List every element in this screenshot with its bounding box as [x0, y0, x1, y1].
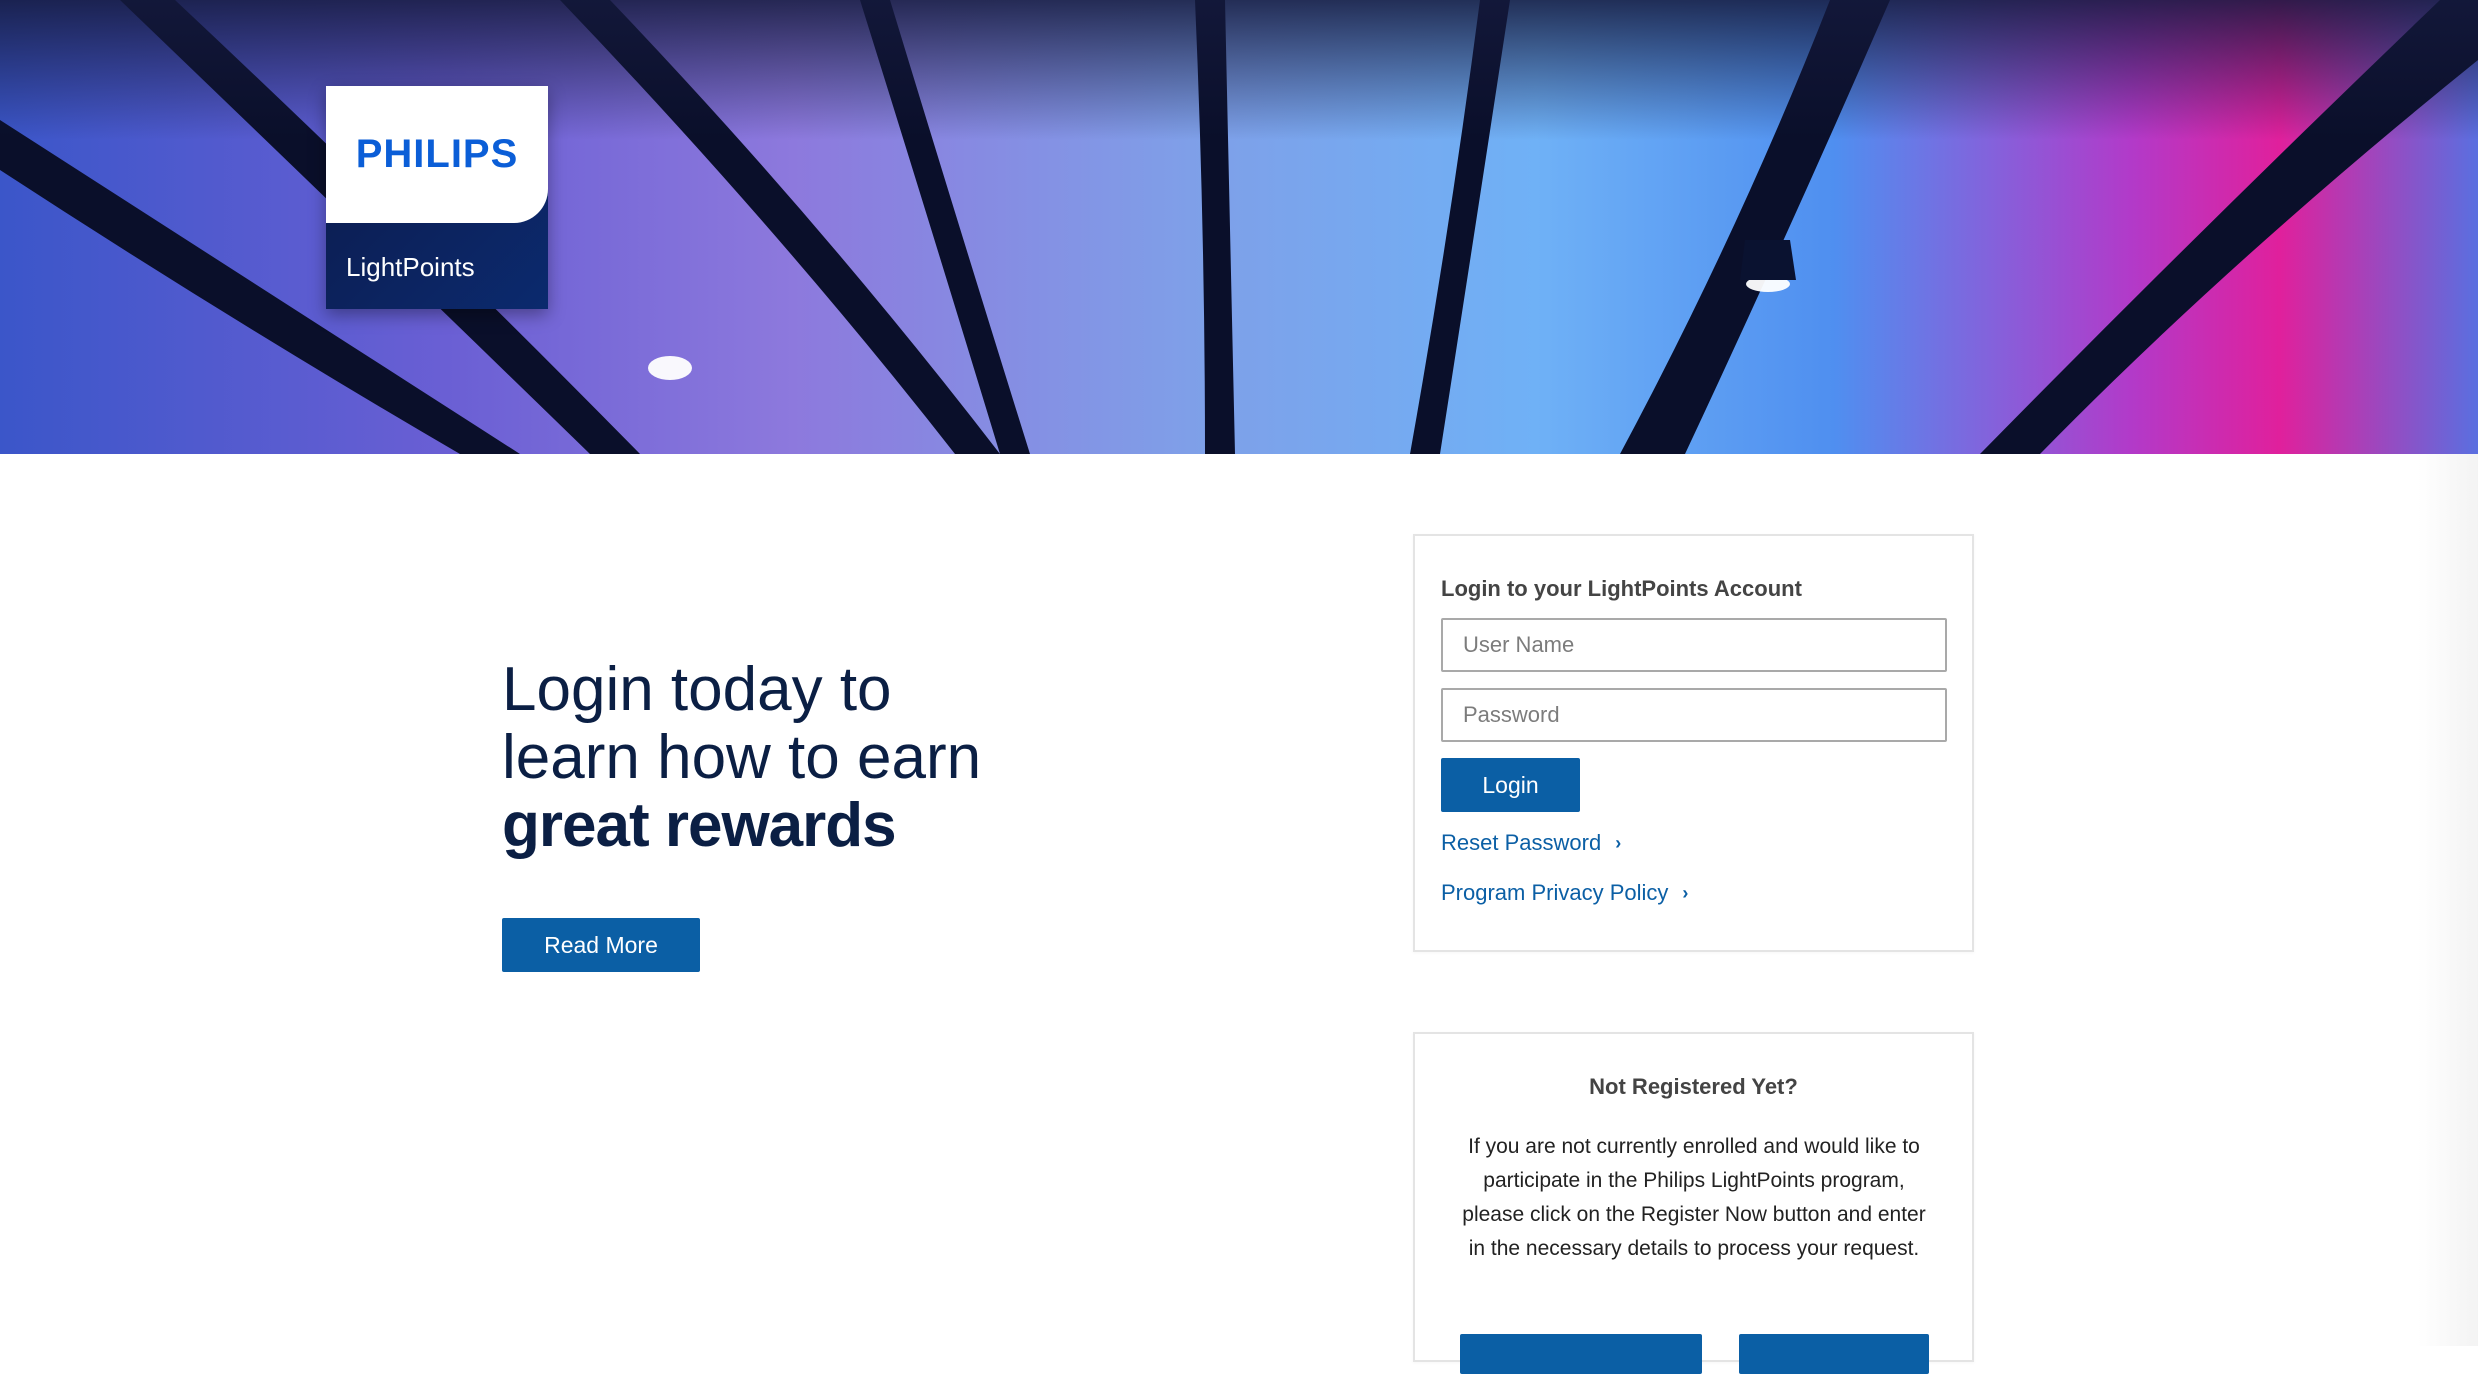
page-edge-shadow	[2418, 454, 2478, 1346]
register-description: If you are not currently enrolled and wo…	[1462, 1135, 1926, 1260]
login-button[interactable]: Login	[1441, 758, 1580, 812]
philips-lightpoints-logo[interactable]: PHILIPS LightPoints	[326, 86, 548, 309]
privacy-policy-link[interactable]: Program Privacy Policy ›	[1441, 880, 1688, 906]
brand-name: PHILIPS	[355, 132, 519, 176]
username-input[interactable]	[1441, 618, 1947, 672]
hero-banner: PHILIPS LightPoints	[0, 0, 2478, 454]
reset-password-link[interactable]: Reset Password ›	[1441, 830, 1621, 856]
chevron-right-icon: ›	[1682, 882, 1689, 903]
program-name: LightPoints	[346, 252, 475, 282]
headline-line-1: Login today to	[502, 655, 892, 724]
register-card-title: Not Registered Yet?	[1589, 1074, 1798, 1099]
headline-line-2: learn how to earn	[502, 723, 982, 792]
reset-password-label: Reset Password	[1441, 830, 1602, 855]
secondary-register-button[interactable]	[1739, 1334, 1929, 1374]
login-card-title: Login to your LightPoints Account	[1441, 576, 1802, 601]
promo-headline: Login today to learn how to earn great r…	[502, 656, 1102, 860]
password-input[interactable]	[1441, 688, 1947, 742]
headline-bold: great rewards	[502, 791, 897, 860]
logo-wordmark: PHILIPS	[326, 86, 548, 223]
privacy-policy-label: Program Privacy Policy	[1441, 880, 1669, 905]
read-more-button[interactable]: Read More	[502, 918, 700, 972]
chevron-right-icon: ›	[1615, 832, 1622, 853]
register-now-button[interactable]	[1460, 1334, 1702, 1374]
login-card: Login to your LightPoints Account Login …	[1413, 534, 1974, 952]
register-card: Not Registered Yet? If you are not curre…	[1413, 1032, 1974, 1374]
